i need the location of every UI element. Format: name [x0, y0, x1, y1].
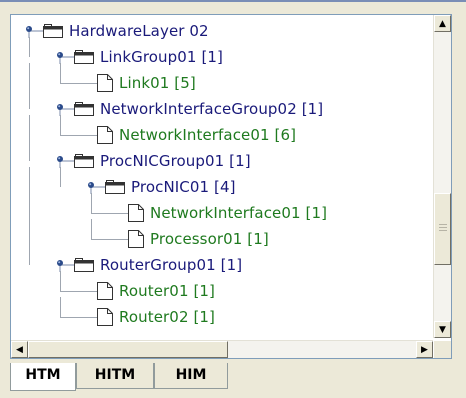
document-icon: [97, 74, 113, 92]
tree-folder-node[interactable]: NetworkInterfaceGroup02 [1]: [56, 99, 323, 119]
tree-handle-icon[interactable]: [56, 258, 74, 272]
tree-connector-horizontal: [60, 317, 97, 318]
folder-icon: [105, 180, 125, 194]
arrow-up-icon: ▲: [439, 18, 446, 29]
tree-node-label: ProcNICGroup01 [1]: [100, 152, 251, 170]
scroll-corner: [434, 341, 451, 358]
document-icon: [97, 308, 113, 326]
tree-leaf-node[interactable]: NetworkInterface01 [1]: [128, 203, 327, 223]
arrow-left-icon: ◀: [16, 344, 23, 355]
tree-node-label: NetworkInterfaceGroup02 [1]: [100, 100, 324, 118]
folder-icon: [74, 154, 94, 168]
tree-handle-icon[interactable]: [87, 180, 105, 194]
tree-connector-horizontal: [60, 135, 97, 136]
grip-line: [439, 230, 447, 231]
document-icon: [128, 204, 144, 222]
tab-him[interactable]: HIM: [154, 363, 228, 389]
tree-node-label: Link01 [5]: [119, 74, 196, 92]
tree-node-label: Router02 [1]: [119, 308, 216, 326]
tree-connector-vertical: [29, 115, 30, 161]
tree-connector-horizontal: [60, 83, 97, 84]
tab-label: HTM: [25, 367, 61, 383]
window-frame: HardwareLayer 02 LinkGroup01 [1] Link01 [5…: [0, 0, 466, 398]
tree-view[interactable]: HardwareLayer 02 LinkGroup01 [1] Link01 [5…: [11, 15, 433, 338]
folder-icon: [74, 258, 94, 272]
tree-connector-vertical: [91, 193, 92, 213]
tree-folder-node[interactable]: ProcNIC01 [4]: [87, 177, 236, 197]
folder-icon: [43, 24, 63, 38]
tree-leaf-node[interactable]: Router02 [1]: [97, 307, 215, 327]
tree-connector-vertical: [29, 37, 30, 57]
tree-node-label: RouterGroup01 [1]: [100, 256, 243, 274]
tree-connector-vertical: [60, 63, 61, 83]
arrow-down-icon: ▼: [439, 324, 446, 335]
tree-node-label: LinkGroup01 [1]: [100, 48, 223, 66]
scroll-down-button[interactable]: ▼: [434, 321, 451, 338]
tree-node-label: ProcNIC01 [4]: [131, 178, 236, 196]
folder-icon: [74, 50, 94, 64]
tree-handle-icon[interactable]: [56, 154, 74, 168]
tree-connector-vertical: [91, 219, 92, 239]
tree-connector-vertical: [29, 167, 30, 265]
document-icon: [128, 230, 144, 248]
tab-label: HIM: [175, 367, 207, 383]
vertical-scrollbar[interactable]: ▲ ▼: [433, 15, 451, 338]
tree-node-label: Processor01 [1]: [150, 230, 269, 248]
top-border: [0, 0, 466, 2]
scroll-left-button[interactable]: ◀: [11, 341, 28, 358]
tree-folder-node[interactable]: RouterGroup01 [1]: [56, 255, 242, 275]
tree-folder-node[interactable]: LinkGroup01 [1]: [56, 47, 223, 67]
tree-leaf-node[interactable]: Router01 [1]: [97, 281, 215, 301]
scroll-right-button[interactable]: ▶: [416, 341, 433, 358]
grip-line: [439, 227, 447, 228]
grip-line: [439, 224, 447, 225]
scroll-up-button[interactable]: ▲: [434, 15, 451, 32]
tree-folder-node[interactable]: ProcNICGroup01 [1]: [56, 151, 251, 171]
tree-connector-vertical: [60, 167, 61, 187]
folder-icon: [74, 102, 94, 116]
tree-handle-icon[interactable]: [25, 24, 43, 38]
tree-leaf-node[interactable]: Link01 [5]: [97, 73, 196, 93]
tab-hitm[interactable]: HITM: [76, 363, 154, 389]
tree-connector-vertical: [60, 297, 61, 317]
tree-leaf-node[interactable]: Processor01 [1]: [128, 229, 269, 249]
arrow-right-icon: ▶: [421, 344, 428, 355]
tree-handle-icon[interactable]: [56, 50, 74, 64]
tree-node-label: NetworkInterface01 [1]: [150, 204, 328, 222]
tree-node-label: NetworkInterface01 [6]: [119, 126, 297, 144]
vertical-scroll-thumb[interactable]: [434, 193, 451, 265]
tree-connector-horizontal: [91, 239, 128, 240]
tree-connector-horizontal: [60, 291, 97, 292]
tree-node-label: Router01 [1]: [119, 282, 216, 300]
tree-folder-node[interactable]: HardwareLayer 02: [25, 21, 209, 41]
tree-connector-vertical: [60, 115, 61, 135]
tree-connector-vertical: [29, 63, 30, 109]
tree-connector-horizontal: [91, 213, 128, 214]
document-icon: [97, 126, 113, 144]
tree-node-label: HardwareLayer 02: [69, 22, 209, 40]
tab-label: HITM: [94, 367, 136, 383]
tab-htm[interactable]: HTM: [10, 363, 76, 391]
document-icon: [97, 282, 113, 300]
tree-panel: HardwareLayer 02 LinkGroup01 [1] Link01 [5…: [10, 14, 452, 359]
horizontal-scroll-thumb[interactable]: [28, 341, 228, 358]
tree-leaf-node[interactable]: NetworkInterface01 [6]: [97, 125, 296, 145]
tree-handle-icon[interactable]: [56, 102, 74, 116]
horizontal-scrollbar[interactable]: ◀ ▶: [11, 340, 433, 358]
tree-connector-vertical: [60, 271, 61, 291]
